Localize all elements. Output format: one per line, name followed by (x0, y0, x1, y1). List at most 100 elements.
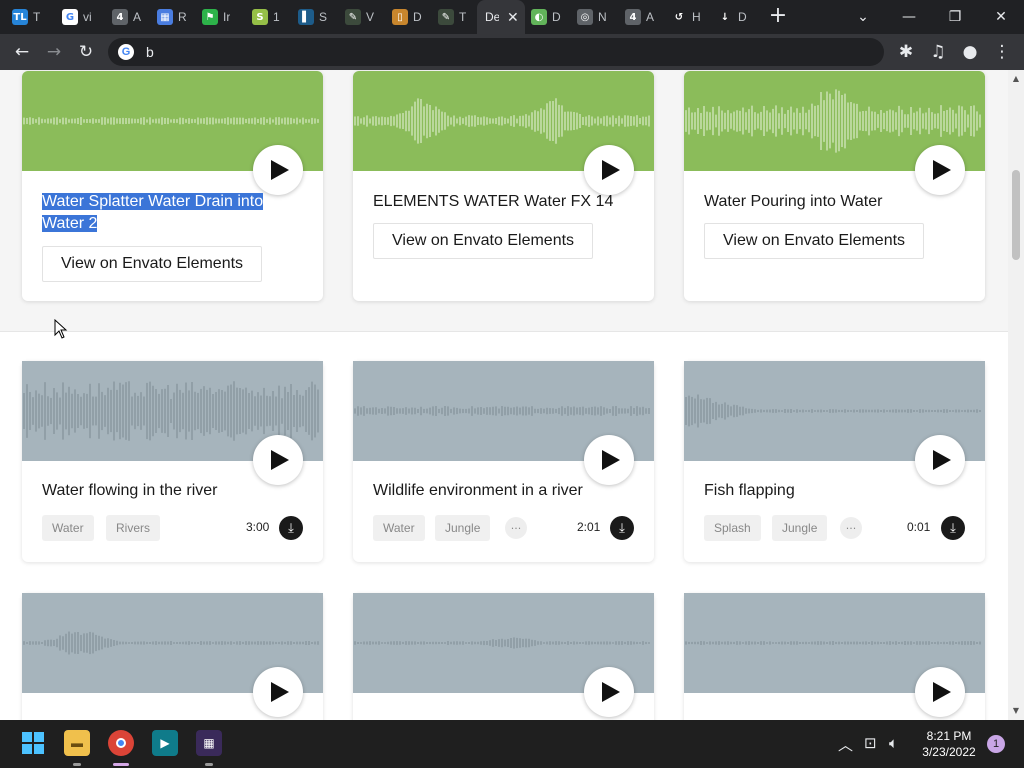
filmora-icon[interactable]: ▶ (152, 730, 178, 756)
page-scrollbar[interactable]: ▲ ▼ (1008, 70, 1024, 720)
play-button[interactable] (584, 667, 634, 717)
browser-tab[interactable]: TL T (12, 0, 40, 34)
browser-tab[interactable]: ✎ V (345, 0, 374, 34)
browser-tab[interactable]: Gvi (62, 0, 92, 34)
forward-button[interactable]: → (42, 40, 66, 64)
mouse-cursor-icon (54, 319, 68, 339)
browser-tab[interactable]: ◎ N (577, 0, 607, 34)
browser-tab[interactable]: 4A (625, 0, 654, 34)
reload-button[interactable]: ↻ (74, 40, 98, 64)
video-editor-icon[interactable]: ▦ (196, 730, 222, 756)
file-explorer-icon[interactable]: ▬ (64, 730, 90, 756)
badge-4-icon: 4 (112, 9, 128, 25)
dark-square-icon: ▌ (298, 9, 314, 25)
play-button[interactable] (584, 435, 634, 485)
browser-tab[interactable]: 4A (112, 0, 141, 34)
tag-chip[interactable]: Water (373, 515, 425, 541)
tag-chip[interactable]: Splash (704, 515, 761, 541)
badge-4-icon: 4 (625, 9, 641, 25)
sound-title[interactable]: Fish flapping (704, 480, 795, 502)
network-icon[interactable]: ⊡ (864, 734, 877, 752)
browser-tab[interactable]: ▯ D (392, 0, 422, 34)
clock[interactable]: 8:21 PM 3/23/2022 (916, 728, 982, 760)
more-tags-button[interactable]: ··· (840, 517, 862, 539)
download-button[interactable]: ⤓ (279, 516, 303, 540)
browser-tab[interactable]: ↓ D (717, 0, 747, 34)
leaf-icon: ◐ (531, 9, 547, 25)
menu-icon[interactable]: ⋮ (990, 40, 1014, 64)
history-icon: ↺ (671, 9, 687, 25)
media-control-icon[interactable]: ♫ (926, 40, 950, 64)
sound-card: Fish flapping Splash Jungle ··· 0:01 ⤓ (684, 361, 985, 562)
view-on-envato-button[interactable]: View on Envato Elements (373, 223, 594, 259)
more-tags-button[interactable]: ··· (505, 517, 527, 539)
back-button[interactable]: ← (10, 40, 34, 64)
minimize-button[interactable]: — (886, 0, 932, 34)
address-bar[interactable]: G b (108, 38, 884, 66)
tab-title: V (366, 10, 375, 24)
address-text[interactable]: b (146, 44, 154, 60)
sound-title[interactable]: Wildlife environment in a river (373, 480, 583, 502)
play-button[interactable] (915, 435, 965, 485)
play-icon (933, 450, 951, 470)
browser-tab[interactable]: ✎ T (438, 0, 466, 34)
download-button[interactable]: ⤓ (941, 516, 965, 540)
taskbar: ▬ ▶ ▦ ︿ ⊡ 🔈︎ 8:21 PM 3/23/2022 (0, 720, 1024, 768)
browser-tab[interactable]: ⚑ Ir (202, 0, 230, 34)
show-hidden-icons-chevron-icon[interactable]: ︿ (838, 734, 853, 755)
play-icon (271, 160, 289, 180)
scroll-up-arrow[interactable]: ▲ (1008, 72, 1024, 86)
play-button[interactable] (253, 667, 303, 717)
tab-title: N (598, 10, 607, 24)
download-button[interactable]: ⤓ (610, 516, 634, 540)
browser-tab[interactable]: De ✕ (477, 0, 525, 34)
google-icon: G (62, 9, 78, 25)
close-tab-icon[interactable]: ✕ (507, 9, 519, 26)
tag-chip[interactable]: Jungle (772, 515, 828, 541)
bookmark-icon: ▯ (392, 9, 408, 25)
notification-badge[interactable]: 1 (987, 735, 1005, 753)
browser-tab[interactable]: ◐ D (531, 0, 561, 34)
tab-title: A (133, 10, 142, 24)
sound-card (22, 593, 323, 720)
view-on-envato-button[interactable]: View on Envato Elements (704, 223, 925, 259)
new-tab-button[interactable]: + (767, 5, 789, 27)
play-icon (271, 450, 289, 470)
browser-tab[interactable]: S1 (252, 0, 280, 34)
envato-card: ELEMENTS WATER Water FX 14 View on Envat… (353, 71, 654, 301)
card-title[interactable]: ELEMENTS WATER Water FX 14 (373, 191, 613, 213)
play-button[interactable] (915, 145, 965, 195)
tab-title: 1 (273, 10, 280, 24)
tag-chip[interactable]: Rivers (106, 515, 161, 541)
browser-tab[interactable]: ▦ R (157, 0, 187, 34)
time: 8:21 PM (926, 729, 972, 743)
tag-chip[interactable]: Water (42, 515, 94, 541)
sound-title[interactable]: Water flowing in the river (42, 480, 217, 502)
play-button[interactable] (253, 435, 303, 485)
browser-tab[interactable]: ↺ H (671, 0, 701, 34)
restore-button[interactable]: ❐ (932, 0, 978, 34)
play-button[interactable] (915, 667, 965, 717)
card-title[interactable]: Water Splatter Water Drain into Water 2 (42, 191, 264, 235)
tag-chip[interactable]: Jungle (435, 515, 491, 541)
sound-card: Wildlife environment in a river Water Ju… (353, 361, 654, 562)
volume-icon[interactable]: 🔈︎ (889, 734, 898, 752)
play-button[interactable] (584, 145, 634, 195)
feather-icon: ✎ (438, 9, 454, 25)
start-button[interactable] (20, 730, 46, 756)
view-on-envato-button[interactable]: View on Envato Elements (42, 246, 263, 282)
scroll-down-arrow[interactable]: ▼ (1008, 704, 1024, 718)
extensions-icon[interactable]: ✱ (894, 40, 918, 64)
card-title[interactable]: Water Pouring into Water (704, 191, 882, 213)
scrollbar-thumb[interactable] (1012, 170, 1020, 260)
page-viewport: Water Splatter Water Drain into Water 2 … (0, 70, 1008, 720)
tab-search-button[interactable]: ⌄ (840, 0, 886, 34)
tab-title: T (33, 10, 41, 24)
play-button[interactable] (253, 145, 303, 195)
close-window-button[interactable]: ✕ (978, 0, 1024, 34)
envato-card: Water Splatter Water Drain into Water 2 … (22, 71, 323, 301)
sound-card: Water flowing in the river Water Rivers … (22, 361, 323, 562)
browser-tab[interactable]: ▌ S (298, 0, 327, 34)
profile-icon[interactable]: ● (958, 40, 982, 64)
chrome-taskbar-icon[interactable] (108, 730, 134, 756)
